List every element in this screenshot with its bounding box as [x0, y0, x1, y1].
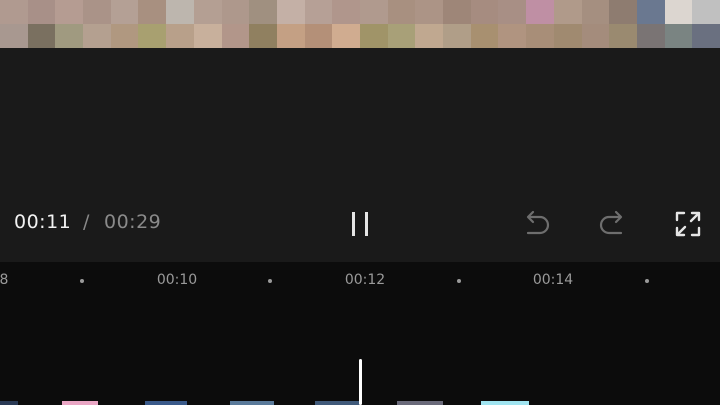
clip-thumbnail[interactable]: [0, 401, 18, 405]
preview-mosaic-tile: [553, 24, 582, 48]
preview-mosaic-tile: [498, 24, 527, 48]
preview-mosaic-tile: [609, 24, 637, 48]
preview-mosaic-tile: [692, 0, 720, 24]
video-preview-strip: [0, 0, 720, 48]
current-time: 00:11: [14, 211, 72, 233]
pause-button[interactable]: [340, 204, 380, 244]
ruler-tick-dot: [457, 279, 461, 283]
preview-mosaic-tile: [193, 0, 222, 24]
playback-controls: 00:11 / 00:29: [0, 196, 720, 252]
preview-mosaic-tile: [360, 0, 388, 24]
undo-button[interactable]: [516, 204, 556, 244]
ruler-tick-dot: [268, 279, 272, 283]
clip-thumbnail[interactable]: [230, 401, 274, 405]
preview-mosaic-tile: [304, 24, 333, 48]
preview-mosaic-tile: [0, 24, 28, 48]
preview-mosaic-tile: [193, 24, 222, 48]
ruler-tick-label: 00:14: [532, 272, 574, 288]
undo-icon: [526, 210, 550, 235]
preview-mosaic-tile: [498, 0, 527, 24]
preview-mosaic-tile: [553, 0, 582, 24]
preview-mosaic-tile: [249, 0, 277, 24]
preview-mosaic-tile: [526, 24, 554, 48]
preview-mosaic-tile: [443, 0, 471, 24]
timeline[interactable]: 8 00:10 00:12 00:14: [0, 262, 720, 405]
time-separator: /: [83, 211, 90, 233]
preview-mosaic-tile: [664, 0, 693, 24]
preview-mosaic-tile: [332, 24, 360, 48]
clip-thumbnail[interactable]: [397, 401, 443, 405]
preview-mosaic-tile: [609, 0, 637, 24]
preview-mosaic-tile: [55, 0, 84, 24]
preview-mosaic-tile: [249, 24, 277, 48]
ruler-tick-label: 00:12: [344, 272, 386, 288]
preview-mosaic-tile: [221, 0, 250, 24]
preview-mosaic-tile: [387, 0, 416, 24]
preview-mosaic-tile: [470, 0, 499, 24]
preview-mosaic-tile: [55, 24, 84, 48]
preview-mosaic-tile: [27, 24, 56, 48]
preview-mosaic-tile: [166, 24, 194, 48]
preview-mosaic-tile: [470, 24, 499, 48]
total-time: 00:29: [104, 211, 162, 233]
preview-mosaic-tile: [276, 24, 305, 48]
preview-mosaic-tile: [692, 24, 720, 48]
preview-mosaic-tile: [138, 24, 167, 48]
preview-mosaic-tile: [110, 24, 139, 48]
preview-mosaic-tile: [110, 0, 139, 24]
preview-mosaic-tile: [83, 0, 111, 24]
fullscreen-icon: [675, 211, 701, 237]
clip-thumbnail[interactable]: [315, 401, 360, 405]
preview-mosaic-tile: [138, 0, 167, 24]
ruler-tick-dot: [80, 279, 84, 283]
clip-thumbnail[interactable]: [481, 401, 529, 405]
preview-mosaic-tile: [221, 24, 250, 48]
preview-mosaic-tile: [581, 24, 610, 48]
preview-mosaic-tile: [636, 0, 665, 24]
preview-mosaic-tile: [83, 24, 111, 48]
preview-mosaic-tile: [27, 0, 56, 24]
preview-mosaic-tile: [276, 0, 305, 24]
preview-mosaic-tile: [166, 0, 194, 24]
redo-button[interactable]: [593, 204, 633, 244]
ruler-tick-label: 00:10: [156, 272, 198, 288]
preview-mosaic-tile: [415, 24, 444, 48]
preview-mosaic-tile: [636, 24, 665, 48]
preview-mosaic-tile: [304, 0, 333, 24]
preview-mosaic-tile: [443, 24, 471, 48]
preview-mosaic-tile: [581, 0, 610, 24]
pause-icon: [352, 212, 368, 236]
clip-thumbnail[interactable]: [145, 401, 187, 405]
playhead[interactable]: [359, 359, 362, 405]
preview-mosaic-tile: [415, 0, 444, 24]
ruler-tick-dot: [645, 279, 649, 283]
preview-mosaic-tile: [360, 24, 388, 48]
ruler-tick-label: 8: [0, 272, 9, 288]
time-ruler[interactable]: 8 00:10 00:12 00:14: [0, 262, 720, 302]
preview-mosaic-tile: [332, 0, 360, 24]
clip-thumbnail[interactable]: [62, 401, 98, 405]
preview-mosaic-tile: [664, 24, 693, 48]
redo-icon: [599, 210, 623, 235]
fullscreen-button[interactable]: [668, 204, 708, 244]
preview-mosaic-tile: [526, 0, 554, 24]
preview-mosaic-tile: [387, 24, 416, 48]
preview-mosaic-tile: [0, 0, 28, 24]
